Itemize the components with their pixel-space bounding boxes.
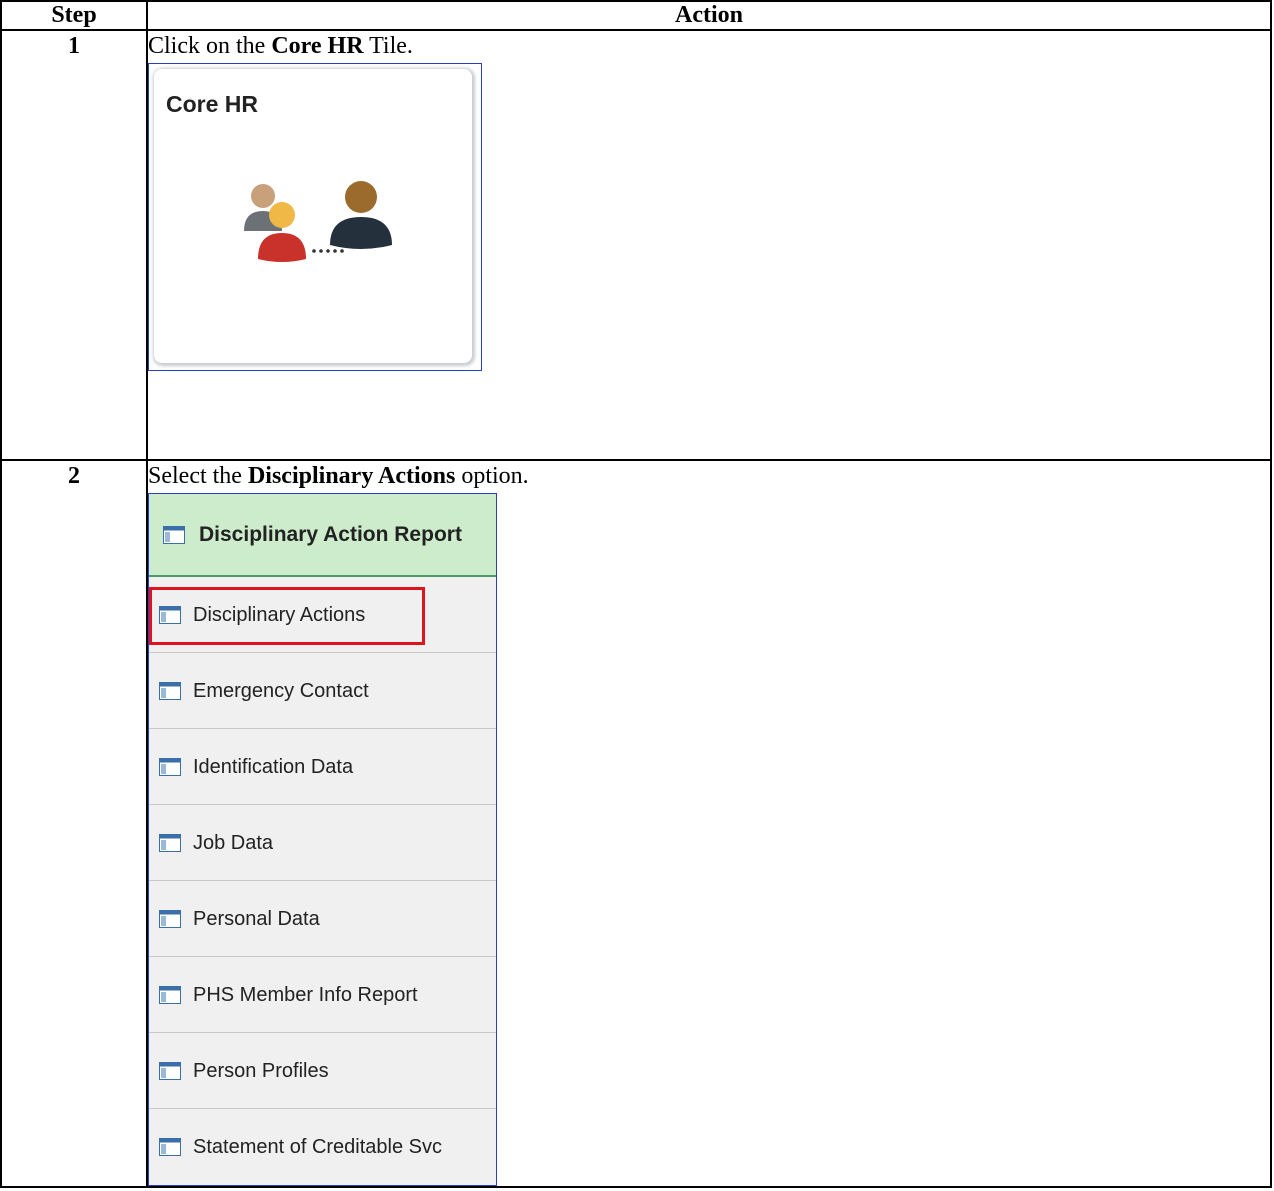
menu-item-statement-of-creditable-svc[interactable]: Statement of Creditable Svc bbox=[149, 1109, 496, 1185]
steps-table: Step Action 1 Click on the Core HR Tile.… bbox=[0, 0, 1272, 1188]
highlight-box bbox=[149, 587, 425, 645]
step-action: Select the Disciplinary Actions option. … bbox=[146, 459, 1272, 1188]
menu-item-label: Statement of Creditable Svc bbox=[193, 1136, 443, 1158]
core-hr-tile[interactable]: Core HR bbox=[154, 69, 472, 363]
menu-item-personal-data[interactable]: Personal Data bbox=[149, 881, 496, 957]
page-icon bbox=[159, 909, 181, 928]
navigation-menu-screenshot: Disciplinary Action Report Disciplinary … bbox=[148, 493, 497, 1186]
header-action: Action bbox=[146, 0, 1272, 31]
menu-item-person-profiles[interactable]: Person Profiles bbox=[149, 1033, 496, 1109]
tile-title: Core HR bbox=[166, 91, 259, 117]
people-connection-icon bbox=[244, 181, 392, 262]
menu-item-label: Identification Data bbox=[193, 755, 354, 778]
menu-header[interactable]: Disciplinary Action Report bbox=[149, 494, 496, 577]
menu-item-label: Job Data bbox=[193, 831, 274, 854]
core-hr-tile-screenshot: Core HR bbox=[148, 63, 482, 371]
page-icon bbox=[159, 1061, 181, 1080]
step-number: 2 bbox=[0, 459, 148, 1188]
step-action: Click on the Core HR Tile. Core HR bbox=[146, 29, 1272, 461]
step-number: 1 bbox=[0, 29, 148, 461]
page-icon bbox=[159, 1138, 181, 1156]
menu-item-label: PHS Member Info Report bbox=[193, 983, 418, 1006]
step-instruction: Select the Disciplinary Actions option. bbox=[148, 463, 529, 489]
menu-item-label: Personal Data bbox=[193, 907, 320, 930]
page-icon bbox=[159, 757, 181, 776]
menu-item-label: Person Profiles bbox=[193, 1059, 329, 1082]
menu-item-disciplinary-actions[interactable]: Disciplinary Actions bbox=[149, 577, 496, 653]
step-instruction: Click on the Core HR Tile. bbox=[148, 33, 413, 59]
menu-item-identification-data[interactable]: Identification Data bbox=[149, 729, 496, 805]
menu-header-label: Disciplinary Action Report bbox=[199, 522, 462, 546]
step-row-1: 1 Click on the Core HR Tile. Core HR bbox=[0, 29, 1272, 461]
step-row-2: 2 Select the Disciplinary Actions option… bbox=[0, 459, 1272, 1188]
page-icon bbox=[159, 985, 181, 1004]
page-icon bbox=[163, 525, 185, 544]
menu-item-phs-member-info-report[interactable]: PHS Member Info Report bbox=[149, 957, 496, 1033]
menu-item-job-data[interactable]: Job Data bbox=[149, 805, 496, 881]
menu-item-label: Emergency Contact bbox=[193, 679, 369, 702]
header-step: Step bbox=[0, 0, 148, 31]
page-icon bbox=[159, 681, 181, 700]
page-icon bbox=[159, 833, 181, 852]
menu-item-emergency-contact[interactable]: Emergency Contact bbox=[149, 653, 496, 729]
